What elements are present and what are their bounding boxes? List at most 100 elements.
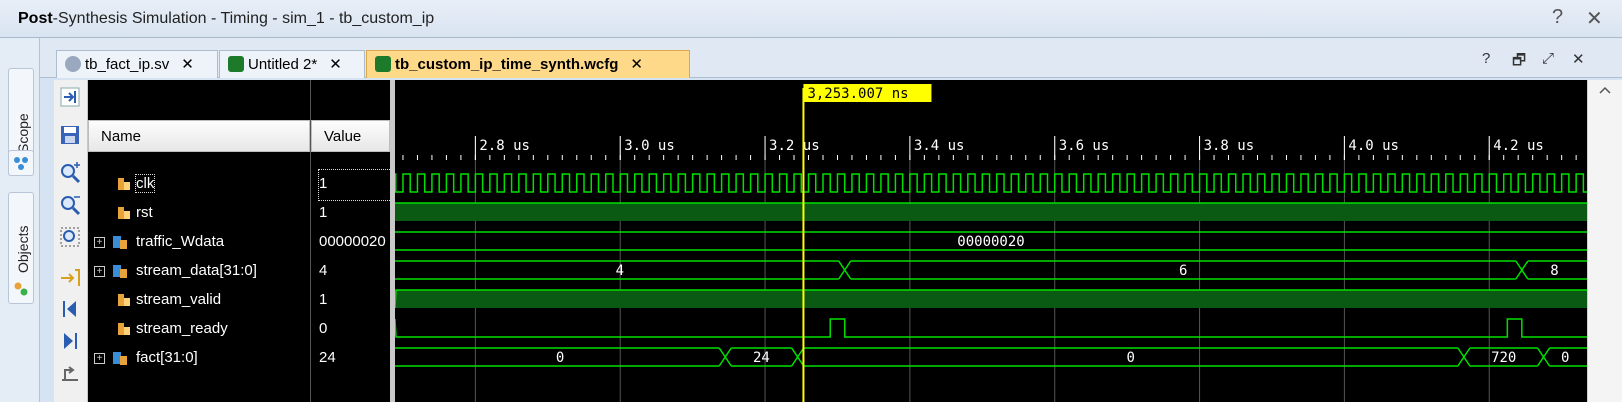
previous-transition-icon[interactable] (59, 362, 81, 384)
signal-value: 4 (319, 262, 328, 279)
restore-icon[interactable]: 🗗 (1512, 50, 1526, 75)
pane-help-icon[interactable]: ? (1482, 50, 1490, 67)
go-to-start-icon[interactable] (59, 298, 81, 320)
bit-signal-icon (118, 207, 130, 219)
go-to-cursor-icon[interactable] (59, 86, 81, 108)
signal-value: 1 (319, 204, 328, 221)
time-tick-label: 3.0 us (624, 138, 675, 154)
stream-data-value-label: 4 (616, 263, 624, 279)
signal-row[interactable]: + traffic_Wdata (88, 228, 310, 258)
sv-file-icon (65, 56, 81, 72)
time-tick-label: 3.8 us (1204, 138, 1255, 154)
signal-value: 1 (319, 291, 328, 308)
go-to-time-icon[interactable] (59, 266, 81, 288)
signal-value-pane: Value 1 1 00000020 4 1 0 24 (310, 80, 392, 402)
traffic-wdata-value-label: 00000020 (957, 234, 1024, 250)
signal-name: stream_ready (136, 320, 228, 337)
stream-valid-fill (395, 290, 1587, 308)
tab-tb-custom-ip-time-synth[interactable]: tb_custom_ip_time_synth.wcfg ✕ (366, 50, 690, 78)
close-tab-icon[interactable]: ✕ (181, 56, 194, 73)
signal-value: 24 (319, 349, 336, 366)
signal-row[interactable]: clk (88, 170, 310, 200)
time-tick-label: 3.4 us (914, 138, 965, 154)
signal-name-pane: Name clk rst + traffic_Wdata + stream_data[31… (88, 80, 310, 402)
signal-name: stream_data[31:0] (136, 262, 257, 279)
signal-row[interactable]: + stream_data[31:0] (88, 257, 310, 287)
value-column-header[interactable]: Value (311, 120, 390, 152)
waveform-icon (228, 56, 244, 72)
signal-value: 1 (318, 169, 392, 201)
go-to-end-icon[interactable] (59, 330, 81, 352)
save-icon[interactable] (59, 124, 81, 146)
tab-tb-fact-ip[interactable]: tb_fact_ip.sv ✕ (56, 50, 218, 78)
time-tick-label: 2.8 us (479, 138, 530, 154)
window-title-rest: -Synthesis Simulation - Timing - sim_1 -… (52, 10, 435, 27)
signal-row[interactable]: stream_valid (88, 286, 310, 316)
title-bar: Post-Synthesis Simulation - Timing - sim… (0, 0, 1622, 38)
zoom-in-icon[interactable] (59, 162, 81, 184)
signal-name: traffic_Wdata (136, 233, 225, 250)
signal-name: stream_valid (136, 291, 222, 308)
help-icon[interactable]: ? (1552, 6, 1563, 29)
signal-value: 00000020 (319, 233, 386, 250)
cursor-time-label: 3,253.007 ns (807, 86, 908, 102)
fact-value-label: 720 (1491, 350, 1516, 366)
vertical-scrollbar[interactable] (1587, 80, 1622, 402)
expand-icon[interactable]: + (94, 266, 105, 277)
signal-value: 0 (319, 320, 328, 337)
zoom-fit-icon[interactable] (59, 226, 81, 248)
waveform-canvas[interactable]: 2.8 us 3.0 us 3.2 us 3.4 us 3.6 us 3.8 us 4.0 … (395, 80, 1587, 402)
fact-value-label: 0 (556, 350, 564, 366)
signal-name: fact[31:0] (136, 349, 198, 366)
hierarchy-icon (14, 157, 28, 170)
time-tick-label: 3.2 us (769, 138, 820, 154)
fact-value-label: 0 (1561, 350, 1569, 366)
clk-waveform (395, 173, 1587, 193)
fact-value-label: 0 (1127, 350, 1135, 366)
objects-side-tab[interactable]: Objects (8, 192, 34, 304)
tab-untitled-2[interactable]: Untitled 2* ✕ (219, 50, 365, 78)
waveform-toolbar (54, 80, 88, 402)
expand-icon[interactable]: + (94, 237, 105, 248)
close-tab-icon[interactable]: ✕ (630, 56, 643, 73)
fact-value-label: 24 (753, 350, 770, 366)
tab-label: tb_fact_ip.sv (85, 56, 170, 73)
bit-signal-icon (118, 294, 130, 306)
bit-signal-icon (118, 323, 130, 335)
close-tab-icon[interactable]: ✕ (329, 56, 342, 73)
close-pane-icon[interactable]: ✕ (1572, 50, 1585, 68)
stream-data-value-label: 8 (1550, 263, 1558, 279)
close-window-icon[interactable]: ✕ (1586, 6, 1603, 31)
signal-row[interactable]: + fact[31:0] (88, 344, 310, 374)
post-synthesis-simulation-window: Post-Synthesis Simulation - Timing - sim… (0, 0, 1622, 402)
expand-icon[interactable]: + (94, 353, 105, 364)
window-title-bold: Post (18, 10, 53, 27)
time-tick-label: 4.0 us (1348, 138, 1399, 154)
scope-tab-label: Scope (15, 113, 31, 153)
name-column-header[interactable]: Name (88, 120, 310, 152)
time-tick-label: 3.6 us (1059, 138, 1110, 154)
editor-tab-strip: tb_fact_ip.sv ✕ Untitled 2* ✕ tb_custom_ip… (40, 38, 1622, 78)
float-icon[interactable]: ⤢ (1542, 50, 1554, 67)
stream-data-value-label: 6 (1179, 263, 1187, 279)
signal-row[interactable]: rst (88, 199, 310, 229)
bus-signal-icon (113, 265, 127, 278)
tab-label: Untitled 2* (248, 56, 318, 73)
bit-signal-icon (118, 178, 130, 190)
signal-name: rst (136, 204, 153, 221)
bus-signal-icon (113, 352, 127, 365)
signal-name: clk (134, 174, 156, 193)
time-tick-label: 4.2 us (1493, 138, 1544, 154)
tab-label: tb_custom_ip_time_synth.wcfg (395, 56, 619, 73)
stream-ready-waveform (395, 318, 1587, 338)
rst-waveform-fill (395, 203, 1587, 221)
signal-row[interactable]: stream_ready (88, 315, 310, 345)
side-rail: Scope Objects (0, 38, 40, 402)
zoom-out-icon[interactable] (59, 194, 81, 216)
scroll-up-icon[interactable] (1599, 86, 1611, 94)
objects-tab-label: Objects (15, 225, 31, 273)
bus-signal-icon (113, 236, 127, 249)
objects-icon (14, 282, 28, 296)
scope-tree-button[interactable] (8, 150, 34, 176)
waveform-view[interactable]: 2.8 us 3.0 us 3.2 us 3.4 us 3.6 us 3.8 us 4.0 … (395, 80, 1587, 402)
